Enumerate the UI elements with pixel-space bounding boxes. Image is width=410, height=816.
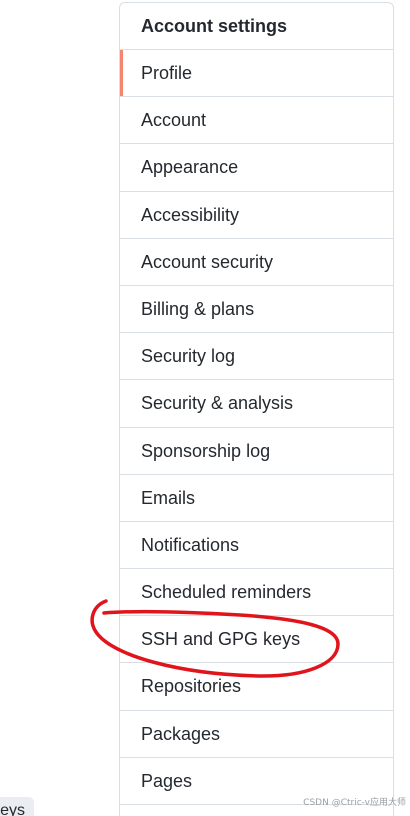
menu-item-label: Accessibility	[141, 204, 240, 225]
menu-item-label: Account	[141, 110, 207, 131]
menu-item-ssh-gpg-keys[interactable]: SSH and GPG keys	[120, 616, 393, 664]
menu-item-label: Pages	[141, 770, 193, 791]
partial-tab-fragment[interactable]: eys	[0, 797, 34, 816]
menu-item-profile[interactable]: Profile	[120, 50, 393, 98]
menu-heading: Account settings	[120, 3, 393, 50]
menu-item-label: Account security	[141, 251, 274, 272]
menu-item-security-analysis[interactable]: Security & analysis	[120, 380, 393, 428]
menu-item-label: Security log	[141, 346, 236, 367]
menu-item-repositories[interactable]: Repositories	[120, 663, 393, 711]
account-settings-menu: Account settings Profile Account Appeara…	[119, 2, 394, 816]
menu-item-label: Security & analysis	[141, 393, 294, 414]
menu-item-label: Sponsorship log	[141, 440, 271, 461]
menu-item-account[interactable]: Account	[120, 97, 393, 145]
menu-item-emails[interactable]: Emails	[120, 475, 393, 522]
menu-item-label: Notifications	[141, 534, 240, 555]
page: eys Account settings Profile Account App…	[0, 0, 410, 816]
menu-item-scheduled-reminders[interactable]: Scheduled reminders	[120, 569, 393, 617]
menu-item-label: Packages	[141, 723, 221, 744]
menu-item-accessibility[interactable]: Accessibility	[120, 192, 393, 239]
menu-item-label: Repositories	[141, 676, 242, 697]
partial-tab-label: eys	[0, 802, 25, 816]
menu-item-label: Appearance	[141, 157, 239, 178]
menu-item-notifications[interactable]: Notifications	[120, 522, 393, 570]
menu-item-label: Billing & plans	[141, 298, 255, 319]
menu-item-security-log[interactable]: Security log	[120, 333, 393, 381]
menu-item-account-security[interactable]: Account security	[120, 239, 393, 286]
menu-item-sponsorship-log[interactable]: Sponsorship log	[120, 428, 393, 475]
watermark: CSDN @Ctric-v应用大师	[303, 798, 406, 808]
menu-item-label: Profile	[141, 63, 193, 83]
menu-item-appearance[interactable]: Appearance	[120, 144, 393, 192]
menu-item-billing-plans[interactable]: Billing & plans	[120, 286, 393, 334]
menu-item-packages[interactable]: Packages	[120, 711, 393, 758]
menu-item-label: Scheduled reminders	[141, 582, 312, 603]
menu-item-label: Emails	[141, 487, 196, 508]
menu-item-label: SSH and GPG keys	[141, 629, 301, 650]
